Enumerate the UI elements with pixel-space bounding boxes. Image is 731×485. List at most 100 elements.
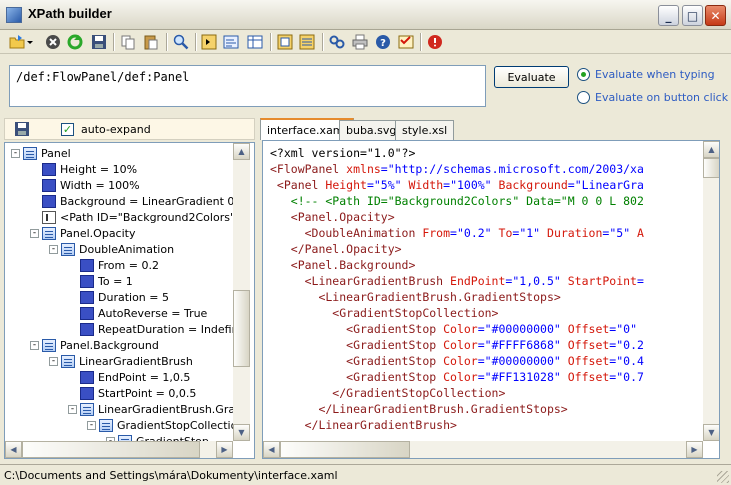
evaluate-on-button-click-radio[interactable]: Evaluate on button click — [577, 89, 728, 105]
xpath-expression-input[interactable]: /def:FlowPanel/def:Panel — [9, 65, 486, 107]
auto-expand-checkbox[interactable]: ✓ — [61, 123, 74, 136]
tree-node[interactable]: Height = 10% — [30, 161, 137, 177]
help-icon[interactable]: ? — [374, 33, 392, 51]
code-token: "#00000000" — [484, 354, 568, 368]
tree-horizontal-scrollbar[interactable]: ◀ ▶ — [5, 441, 233, 458]
scroll-right-arrow[interactable]: ▶ — [216, 441, 233, 458]
link-icon[interactable] — [328, 33, 346, 51]
tree-node[interactable]: - GradientStopCollection — [87, 417, 244, 433]
xpath-icon[interactable] — [222, 33, 240, 51]
tree-node[interactable]: - LinearGradientBrush — [49, 353, 193, 369]
minimize-button[interactable]: _ — [658, 5, 679, 26]
print-icon[interactable] — [351, 33, 369, 51]
evaluate-when-typing-radio[interactable]: Evaluate when typing — [577, 66, 727, 82]
paste-icon[interactable] — [142, 33, 160, 51]
code-line: <Panel Height="5%" Width="100%" Backgrou… — [270, 177, 644, 193]
code-line: </Panel.Opacity> — [270, 241, 402, 257]
editor-horizontal-scrollbar[interactable]: ◀ ▶ — [263, 441, 703, 458]
tree-node-label: LinearGradientBrush.Grad — [98, 402, 243, 416]
scroll-up-arrow[interactable]: ▲ — [703, 141, 719, 158]
editor-vertical-scrollbar[interactable]: ▲ ▼ — [703, 141, 719, 441]
evaluate-button[interactable]: Evaluate — [494, 66, 569, 88]
xml-editor[interactable]: </LinearGradientBrush> </LinearGradientB… — [262, 140, 720, 459]
tree-node[interactable]: AutoReverse = True — [68, 305, 207, 321]
collapse-toggle-icon[interactable]: - — [30, 340, 39, 350]
tree-node[interactable]: - Panel — [11, 145, 71, 161]
tab-style-xsl[interactable]: style.xsl — [395, 120, 455, 140]
code-token: "5%" — [373, 178, 409, 192]
tree-node-label: StartPoint = 0,0.5 — [98, 386, 197, 400]
save-icon[interactable] — [14, 122, 30, 136]
scroll-thumb[interactable] — [703, 158, 719, 178]
element-icon — [99, 418, 113, 432]
table-icon[interactable] — [246, 33, 264, 51]
tree-node[interactable]: StartPoint = 0,0.5 — [68, 385, 196, 401]
tree-node[interactable]: - LinearGradientBrush.Grad — [68, 401, 242, 417]
code-token: "100%" — [450, 178, 499, 192]
code-line: <LinearGradientBrush EndPoint = "1,0.5" St… — [270, 273, 644, 289]
refresh-icon[interactable] — [66, 33, 84, 51]
scroll-thumb[interactable] — [22, 441, 200, 458]
scroll-up-arrow[interactable]: ▲ — [233, 143, 250, 160]
scroll-left-arrow[interactable]: ◀ — [5, 441, 22, 458]
tree-node[interactable]: - Panel.Background — [30, 337, 159, 353]
tree-node[interactable]: - Panel.Opacity — [30, 225, 135, 241]
app-icon — [6, 7, 22, 23]
tree-node[interactable]: From = 0.2 — [68, 257, 159, 273]
attribute-icon — [80, 306, 94, 320]
scroll-down-arrow[interactable]: ▼ — [703, 424, 719, 441]
copy-icon[interactable] — [119, 33, 137, 51]
close-window-button[interactable]: ✕ — [705, 5, 726, 26]
tree-node[interactable]: Width = 100% — [30, 177, 140, 193]
element-icon — [80, 402, 94, 416]
tree-node[interactable]: To = 1 — [68, 273, 133, 289]
open-icon[interactable] — [8, 33, 26, 51]
list-icon[interactable] — [298, 33, 316, 51]
grid-icon[interactable] — [276, 33, 294, 51]
radio-dot-selected[interactable] — [577, 67, 590, 81]
scroll-left-arrow[interactable]: ◀ — [263, 441, 280, 458]
settings-icon[interactable] — [397, 33, 415, 51]
xml-tree[interactable]: -GradientStop-GradientStopCollection-Lin… — [4, 142, 255, 459]
find-icon[interactable] — [172, 33, 190, 51]
tree-node[interactable]: EndPoint = 1,0.5 — [68, 369, 190, 385]
code-line: </LinearGradientBrush.GradientStops> — [270, 401, 567, 417]
element-icon — [61, 242, 75, 256]
tree-vertical-scrollbar[interactable]: ▲ ▼ — [233, 143, 250, 441]
scroll-down-arrow[interactable]: ▼ — [233, 424, 250, 441]
collapse-toggle-icon[interactable]: - — [68, 404, 77, 414]
tree-node[interactable]: Background = LinearGradient 0,0 — [30, 193, 245, 209]
node-icon[interactable] — [200, 33, 218, 51]
code-token: <FlowPanel — [270, 162, 347, 176]
collapse-toggle-icon[interactable]: - — [11, 148, 20, 158]
maximize-button[interactable]: □ — [682, 5, 703, 26]
collapse-toggle-icon[interactable]: - — [49, 244, 58, 254]
code-token: "http://schemas.microsoft.com/2003/xa — [387, 162, 644, 176]
tree-node[interactable]: RepeatDuration = Indefinit — [68, 321, 246, 337]
radio-dot[interactable] — [577, 90, 590, 104]
tab-buba-svg[interactable]: buba.svg — [339, 120, 404, 140]
code-token: <GradientStop — [270, 354, 444, 368]
code-token: = — [477, 338, 485, 352]
collapse-toggle-icon[interactable]: - — [30, 228, 39, 238]
code-token: From — [422, 226, 451, 240]
tree-node[interactable]: <Path ID="Background2Colors" D — [30, 209, 247, 225]
tree-node-label: DoubleAnimation — [79, 242, 175, 256]
collapse-toggle-icon[interactable]: - — [49, 356, 58, 366]
collapse-toggle-icon[interactable]: - — [87, 420, 96, 430]
code-token: Offset — [567, 322, 610, 336]
stop-icon[interactable] — [44, 33, 62, 51]
dropdown-arrow-icon[interactable] — [26, 33, 34, 51]
save-icon[interactable] — [90, 33, 108, 51]
close-icon[interactable] — [426, 33, 444, 51]
title-bar[interactable]: XPath builder _ □ ✕ — [0, 0, 731, 30]
code-token: To — [498, 226, 513, 240]
scroll-right-arrow[interactable]: ▶ — [686, 441, 703, 458]
resize-grip-icon[interactable] — [717, 471, 729, 483]
tree-node-label: RepeatDuration = Indefinit — [98, 322, 246, 336]
tree-node[interactable]: Duration = 5 — [68, 289, 169, 305]
scroll-thumb[interactable] — [280, 441, 410, 458]
scroll-thumb[interactable] — [233, 290, 250, 367]
tree-node[interactable]: - DoubleAnimation — [49, 241, 174, 257]
code-line: <GradientStop Color="#00000000" Offset="… — [270, 321, 637, 337]
